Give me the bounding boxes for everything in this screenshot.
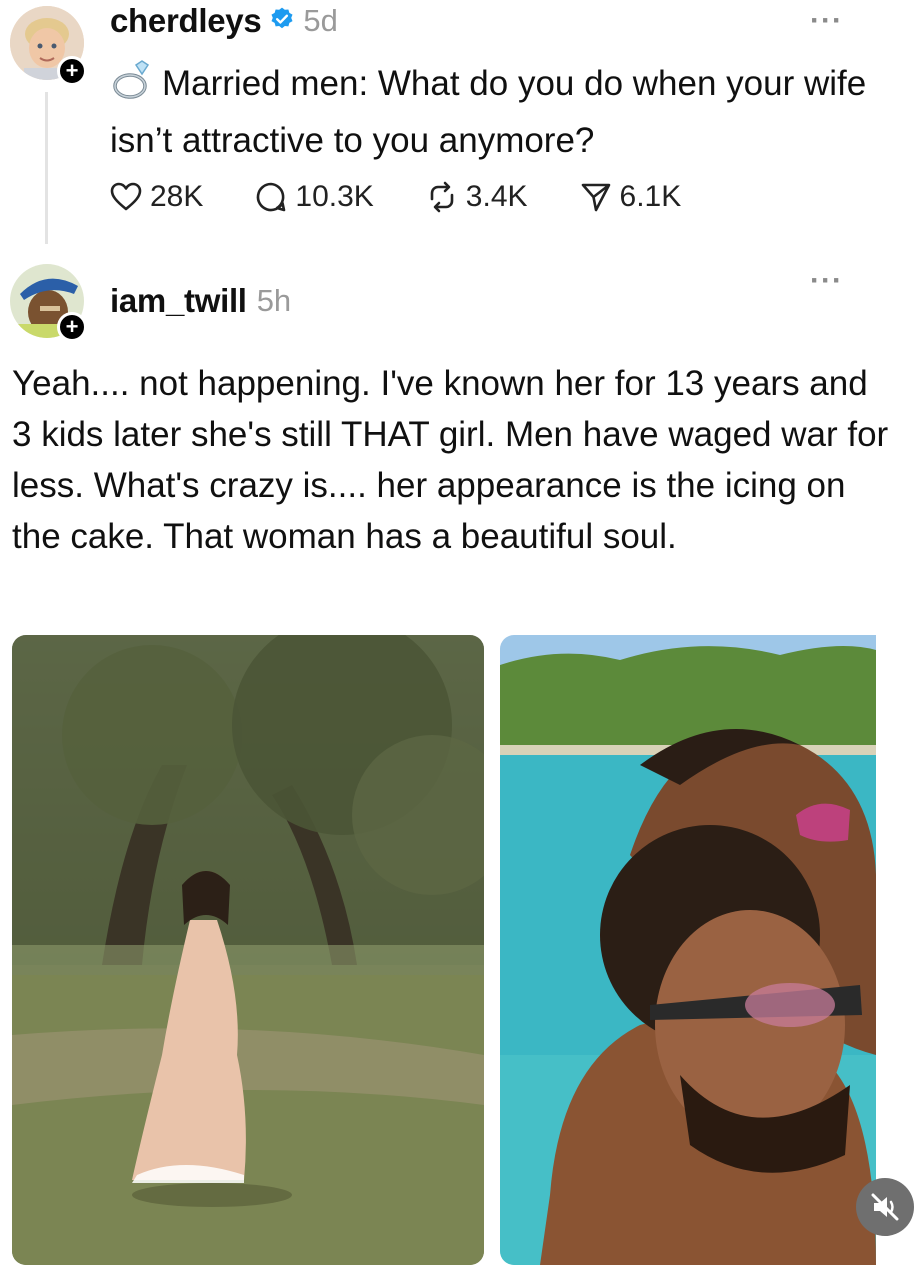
- thread-line: [45, 92, 48, 244]
- reply-header: iam_twill 5h: [110, 282, 291, 320]
- reply-username[interactable]: iam_twill: [110, 282, 247, 320]
- original-post-text: Married men: What do you do when your wi…: [110, 64, 867, 160]
- repost-icon: [426, 181, 458, 213]
- share-button[interactable]: 6.1K: [580, 180, 682, 214]
- comment-bubble-icon: [255, 181, 287, 213]
- follow-plus-icon[interactable]: +: [57, 56, 87, 86]
- couple-in-water-photo[interactable]: [500, 635, 876, 1265]
- like-button[interactable]: 28K: [110, 180, 203, 214]
- reply-count: 10.3K: [295, 180, 374, 213]
- reply-time: 5h: [256, 283, 292, 318]
- share-count: 6.1K: [619, 180, 682, 213]
- repost-count: 3.4K: [465, 180, 528, 213]
- ring-icon: [110, 59, 156, 115]
- heart-icon: [110, 182, 142, 212]
- original-post-time: 5d: [303, 3, 338, 38]
- woman-in-park-photo[interactable]: [12, 635, 484, 1265]
- follow-plus-icon[interactable]: +: [57, 312, 87, 342]
- reply-text: Yeah.... not happening. I've known her f…: [12, 364, 889, 556]
- like-count: 28K: [150, 180, 204, 213]
- original-post-header: cherdleys 5d: [110, 2, 338, 40]
- original-post-more-icon[interactable]: ···: [810, 4, 843, 38]
- original-post-actions: 28K 10.3K 3.4K 6.1K: [110, 180, 681, 214]
- original-post-username[interactable]: cherdleys: [110, 2, 262, 40]
- reply-button[interactable]: 10.3K: [255, 180, 374, 214]
- verified-badge-icon: [269, 6, 295, 37]
- speaker-muted-icon[interactable]: [856, 1178, 914, 1236]
- repost-button[interactable]: 3.4K: [426, 180, 528, 214]
- reply-more-icon[interactable]: ···: [810, 264, 843, 298]
- original-post-text-block: Married men: What do you do when your wi…: [110, 58, 870, 166]
- send-icon: [580, 181, 612, 213]
